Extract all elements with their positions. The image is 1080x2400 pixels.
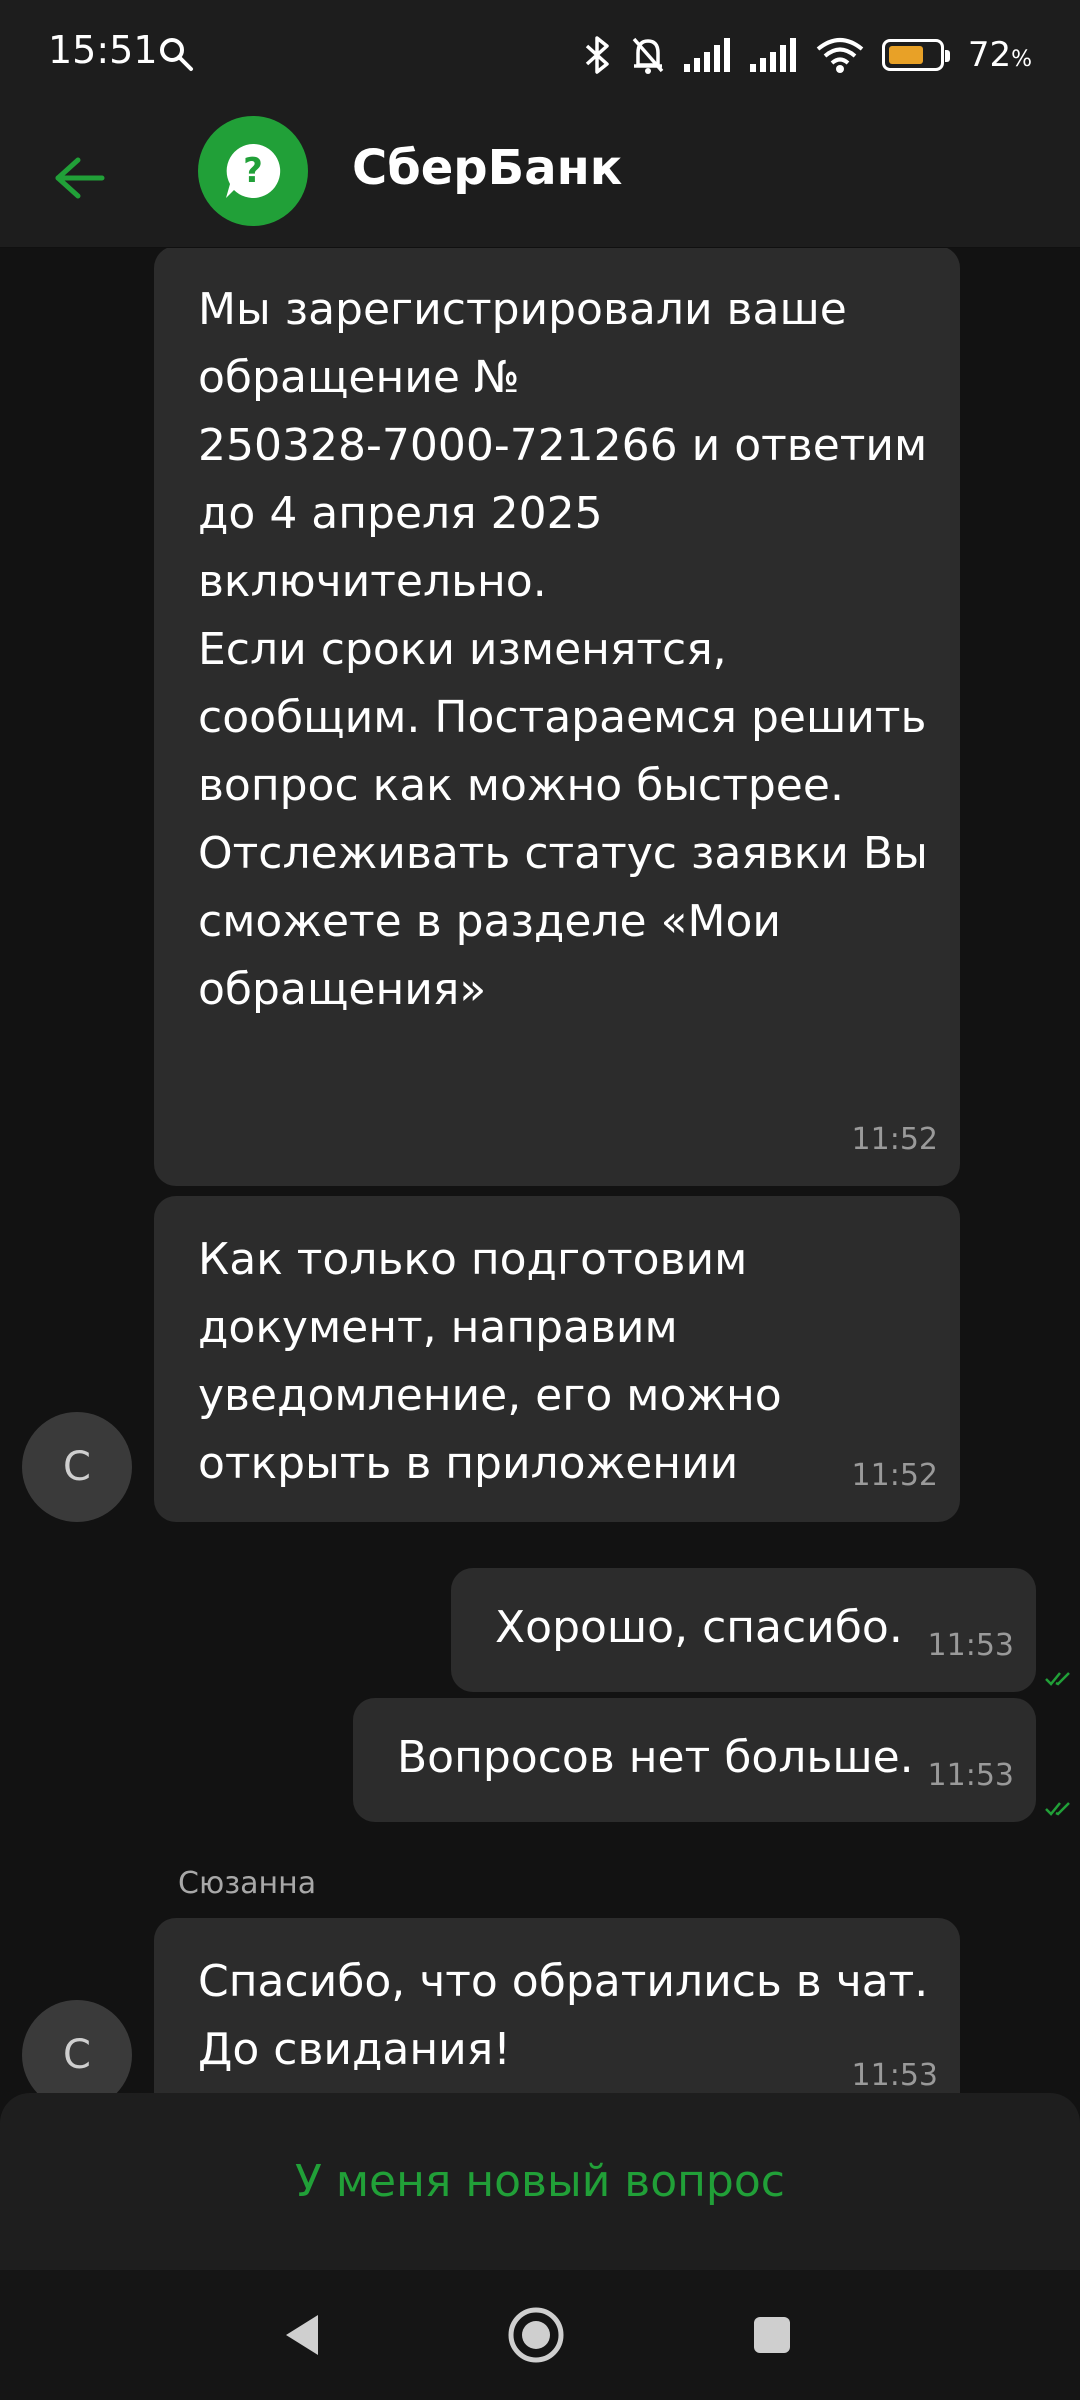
message-time: 11:53: [851, 2058, 938, 2093]
status-icons: 72%: [582, 30, 1032, 80]
message-text: Вопросов нет больше.: [397, 1732, 914, 1783]
square-recents-icon: [754, 2317, 790, 2353]
sender-name: Сюзанна: [178, 1866, 317, 1901]
battery-percent: 72: [967, 35, 1012, 75]
message-bubble-incoming[interactable]: Как только подготовим документ, направим…: [154, 1196, 960, 1522]
battery-level: [888, 46, 924, 64]
message-bubble-outgoing[interactable]: Вопросов нет больше. 11:53: [353, 1698, 1036, 1822]
new-question-button[interactable]: У меня новый вопрос: [0, 2093, 1080, 2270]
status-time: 15:51: [48, 28, 158, 72]
message-bubble-outgoing[interactable]: Хорошо, спасибо. 11:53: [451, 1568, 1036, 1692]
double-check-icon: [1045, 1802, 1070, 1816]
nav-recents-button[interactable]: [732, 2295, 812, 2375]
chat-title: СберБанк: [352, 140, 623, 196]
signal-icon: [749, 38, 798, 72]
message-text: Мы зарегистрировали ваше обращение № 250…: [198, 284, 928, 1015]
question-chat-icon: ?: [226, 143, 281, 198]
signal-icon: [683, 38, 732, 72]
message-time: 11:52: [851, 1122, 938, 1157]
bluetooth-icon: [582, 35, 612, 75]
battery-unit: %: [1011, 47, 1032, 72]
back-button[interactable]: [40, 138, 120, 218]
message-time: 11:53: [927, 1628, 1014, 1663]
search-icon: [158, 36, 194, 72]
arrow-left-icon: [55, 157, 105, 199]
message-bubble-incoming[interactable]: Мы зарегистрировали ваше обращение № 250…: [154, 248, 960, 1186]
chat-logo: ?: [198, 116, 308, 226]
bell-muted-icon: [630, 35, 666, 75]
message-bubble-incoming[interactable]: Спасибо, что обратились в чат. До свидан…: [154, 1918, 960, 2093]
message-text: Хорошо, спасибо.: [495, 1602, 903, 1653]
double-check-icon: [1045, 1672, 1070, 1686]
chat-messages[interactable]: Мы зарегистрировали ваше обращение № 250…: [0, 248, 1080, 2093]
system-nav-bar: [0, 2270, 1080, 2400]
nav-back-button[interactable]: [262, 2295, 342, 2375]
message-time: 11:53: [927, 1758, 1014, 1793]
wifi-icon: [816, 37, 864, 73]
message-text: Спасибо, что обратились в чат. До свидан…: [198, 1956, 929, 2075]
nav-home-button[interactable]: [496, 2295, 576, 2375]
battery-icon: [881, 39, 950, 71]
avatar[interactable]: С: [22, 2000, 132, 2093]
app-header: ? СберБанк: [0, 110, 1080, 248]
svg-text:?: ?: [243, 151, 263, 191]
circle-home-icon: [508, 2307, 564, 2363]
message-text: Как только подготовим документ, направим…: [198, 1234, 782, 1489]
triangle-back-icon: [286, 2315, 318, 2355]
message-time: 11:52: [851, 1458, 938, 1493]
bottom-panel: У меня новый вопрос: [0, 2093, 1080, 2270]
avatar[interactable]: С: [22, 1412, 132, 1522]
status-bar: 15:51 72%: [0, 0, 1080, 110]
